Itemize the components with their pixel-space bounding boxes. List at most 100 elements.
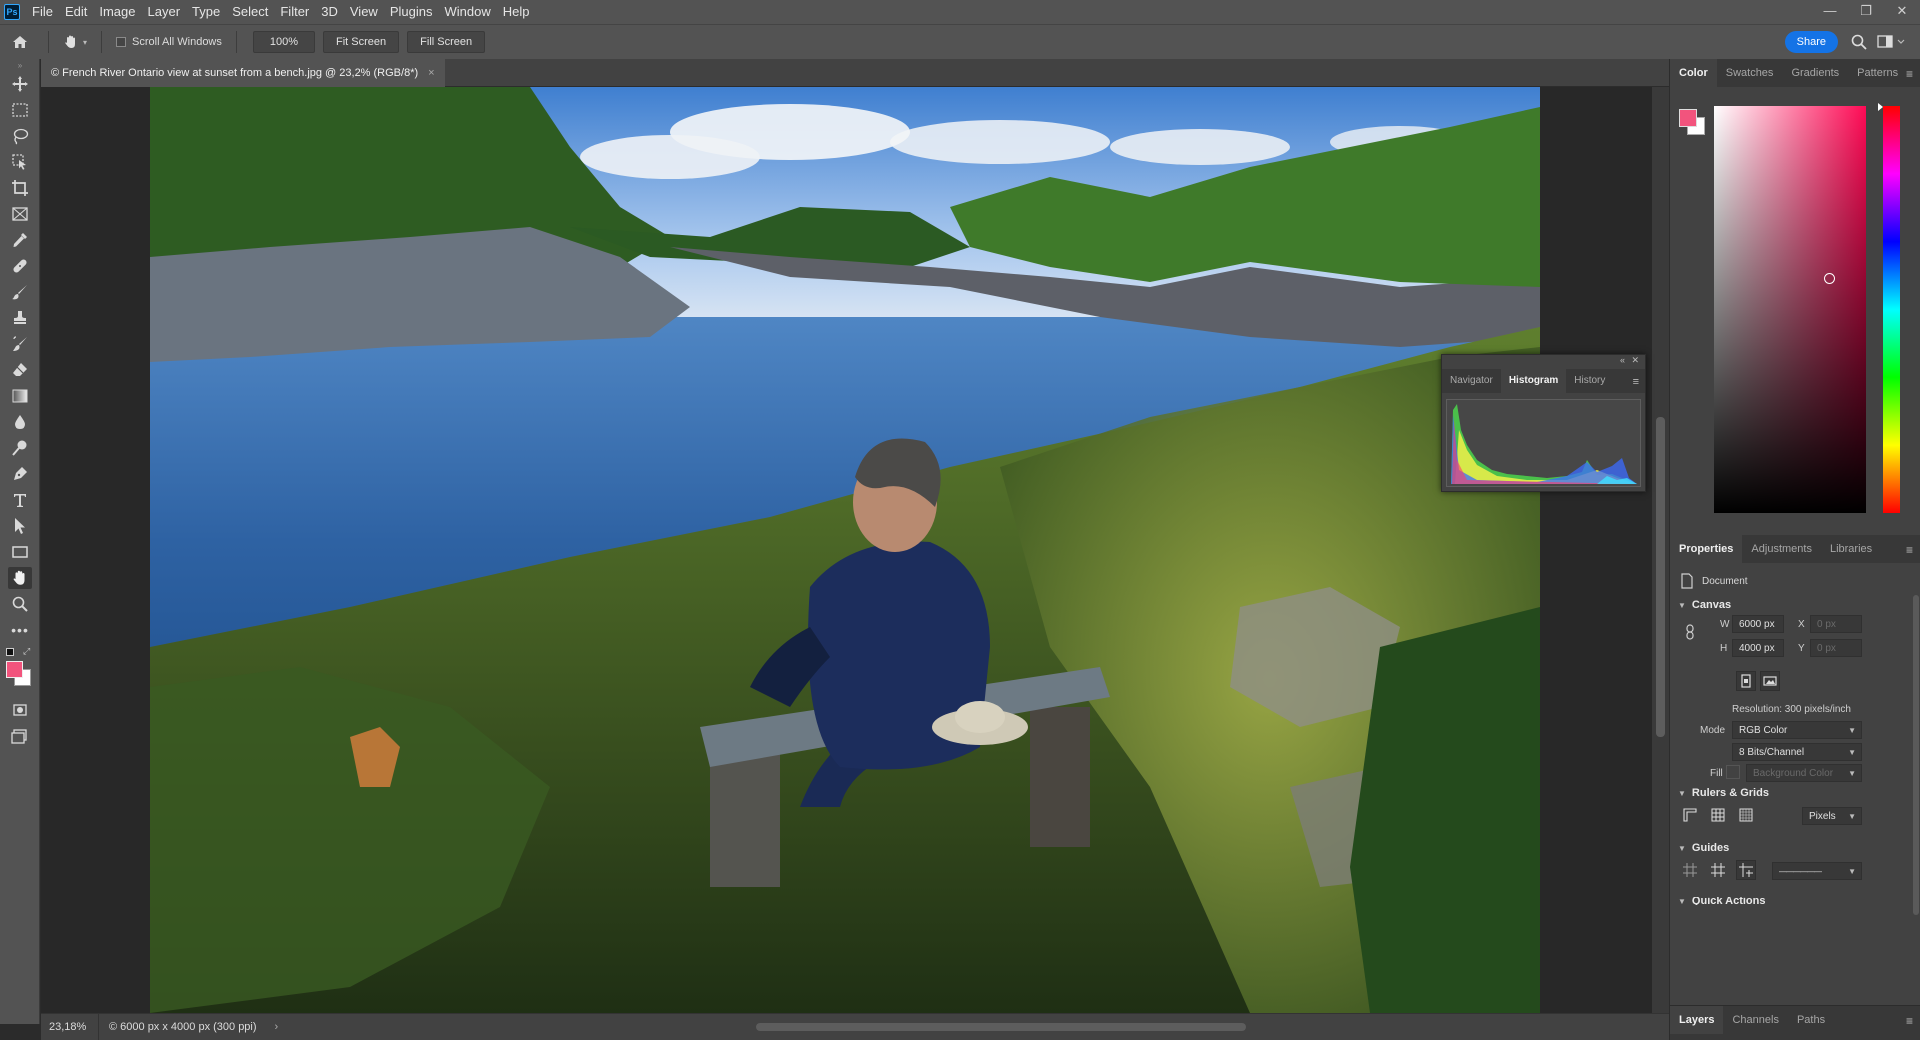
blur-tool[interactable]: [8, 411, 32, 433]
tab-histogram[interactable]: Histogram: [1500, 369, 1567, 393]
healing-brush-tool[interactable]: [8, 255, 32, 277]
vertical-scrollbar-thumb[interactable]: [1656, 417, 1665, 737]
color-mode-dropdown[interactable]: RGB Color ▼: [1732, 721, 1862, 739]
portrait-orientation-button[interactable]: [1736, 671, 1756, 691]
minimize-button[interactable]: —: [1812, 0, 1848, 24]
lasso-tool[interactable]: [8, 125, 32, 147]
menu-filter[interactable]: Filter: [274, 0, 315, 24]
foreground-color-swatch[interactable]: [1679, 109, 1697, 127]
zoom-level-field[interactable]: 23,18%: [41, 1014, 99, 1040]
history-brush-tool[interactable]: [8, 333, 32, 355]
menu-help[interactable]: Help: [497, 0, 536, 24]
landscape-orientation-button[interactable]: [1760, 671, 1780, 691]
restore-button[interactable]: ❐: [1848, 0, 1884, 24]
add-guides-button[interactable]: [1708, 860, 1728, 880]
horizontal-scrollbar-thumb[interactable]: [756, 1023, 1246, 1031]
menu-view[interactable]: View: [344, 0, 384, 24]
zoom-tool[interactable]: [8, 593, 32, 615]
rectangle-tool[interactable]: [8, 541, 32, 563]
bit-depth-dropdown[interactable]: 8 Bits/Channel ▼: [1732, 743, 1862, 761]
canvas-height-input[interactable]: 4000 px: [1732, 639, 1784, 657]
hand-tool[interactable]: [8, 567, 32, 589]
document-tab[interactable]: © French River Ontario view at sunset fr…: [41, 59, 445, 87]
object-selection-tool[interactable]: [8, 151, 32, 173]
brush-tool[interactable]: [8, 281, 32, 303]
tool-collapse-toggle[interactable]: »: [8, 59, 32, 71]
panel-menu-icon[interactable]: ≡: [1906, 1014, 1913, 1028]
tab-patterns[interactable]: Patterns: [1848, 59, 1907, 87]
tab-color[interactable]: Color: [1670, 59, 1717, 87]
tab-gradients[interactable]: Gradients: [1782, 59, 1848, 87]
ruler-units-dropdown[interactable]: Pixels ▼: [1802, 807, 1862, 825]
fill-dropdown[interactable]: Background Color ▼: [1746, 764, 1862, 782]
link-icon[interactable]: [1685, 624, 1695, 640]
screen-mode-button[interactable]: [8, 725, 32, 747]
document-canvas-image[interactable]: [150, 87, 1540, 1013]
move-tool[interactable]: [8, 73, 32, 95]
tab-swatches[interactable]: Swatches: [1717, 59, 1783, 87]
menu-3d[interactable]: 3D: [315, 0, 344, 24]
swap-colors-icon[interactable]: ⤢: [23, 646, 30, 657]
scroll-all-windows-checkbox[interactable]: Scroll All Windows: [116, 36, 222, 48]
fill-color-swatch[interactable]: [1726, 765, 1740, 779]
menu-file[interactable]: File: [26, 0, 59, 24]
close-panel-icon[interactable]: ✕: [1631, 355, 1639, 366]
marquee-tool[interactable]: [8, 99, 32, 121]
grid-toggle-button[interactable]: [1708, 805, 1728, 825]
tool-preset-picker[interactable]: ▾: [57, 34, 93, 50]
menu-plugins[interactable]: Plugins: [384, 0, 439, 24]
dodge-tool[interactable]: [8, 437, 32, 459]
crop-tool[interactable]: [8, 177, 32, 199]
fill-screen-button[interactable]: Fill Screen: [407, 31, 486, 53]
workspace-switcher-icon[interactable]: [1876, 33, 1906, 51]
search-icon[interactable]: [1850, 33, 1868, 51]
path-selection-tool[interactable]: [8, 515, 32, 537]
panel-menu-icon[interactable]: ≡: [1906, 543, 1913, 557]
eyedropper-tool[interactable]: [8, 229, 32, 251]
guide-style-dropdown[interactable]: —————— ▼: [1772, 862, 1862, 880]
panel-menu-icon[interactable]: ≡: [1906, 67, 1913, 81]
properties-scrollbar[interactable]: [1913, 595, 1919, 915]
ruler-toggle-button[interactable]: [1680, 805, 1700, 825]
tab-navigator[interactable]: Navigator: [1442, 369, 1501, 393]
floating-panel-header[interactable]: « ✕: [1442, 355, 1645, 369]
guides-section-header[interactable]: ▼ Guides: [1678, 842, 1729, 854]
tab-adjustments[interactable]: Adjustments: [1742, 535, 1821, 563]
quick-actions-section-header[interactable]: ▼ Quick Actions: [1678, 897, 1765, 905]
home-button[interactable]: [0, 25, 40, 60]
canvas-pasteboard[interactable]: [41, 87, 1652, 1013]
pen-tool[interactable]: [8, 463, 32, 485]
horizontal-scrollbar[interactable]: [271, 1022, 1621, 1032]
close-document-icon[interactable]: ×: [428, 67, 434, 79]
menu-image[interactable]: Image: [93, 0, 141, 24]
quick-mask-button[interactable]: [8, 699, 32, 721]
edit-toolbar-button[interactable]: •••: [8, 619, 32, 641]
vertical-scrollbar[interactable]: [1652, 87, 1669, 1013]
panel-menu-icon[interactable]: ≡: [1633, 376, 1639, 388]
menu-select[interactable]: Select: [226, 0, 274, 24]
hue-slider[interactable]: [1883, 106, 1900, 513]
canvas-y-input[interactable]: 0 px: [1810, 639, 1862, 657]
tab-paths[interactable]: Paths: [1788, 1006, 1834, 1034]
menu-type[interactable]: Type: [186, 0, 226, 24]
zoom-100-button[interactable]: 100%: [252, 31, 316, 53]
frame-tool[interactable]: [8, 203, 32, 225]
pixel-grid-toggle-button[interactable]: [1736, 805, 1756, 825]
document-info[interactable]: © 6000 px x 4000 px (300 ppi) ›: [99, 1021, 288, 1033]
menu-window[interactable]: Window: [438, 0, 496, 24]
show-guides-button[interactable]: [1680, 860, 1700, 880]
checkbox-box[interactable]: [116, 37, 127, 47]
canvas-x-input[interactable]: 0 px: [1810, 615, 1862, 633]
menu-layer[interactable]: Layer: [142, 0, 187, 24]
canvas-section-header[interactable]: ▼ Canvas: [1678, 599, 1731, 611]
tab-layers[interactable]: Layers: [1670, 1006, 1724, 1034]
default-colors-icon[interactable]: [6, 648, 14, 656]
close-window-button[interactable]: ✕: [1884, 0, 1920, 24]
tab-properties[interactable]: Properties: [1670, 535, 1743, 563]
guide-layout-button[interactable]: [1736, 860, 1756, 880]
clone-stamp-tool[interactable]: [8, 307, 32, 329]
tab-libraries[interactable]: Libraries: [1821, 535, 1881, 563]
collapse-panel-icon[interactable]: «: [1620, 355, 1625, 365]
color-picker-cursor[interactable]: [1824, 273, 1835, 284]
share-button[interactable]: Share: [1784, 31, 1838, 53]
